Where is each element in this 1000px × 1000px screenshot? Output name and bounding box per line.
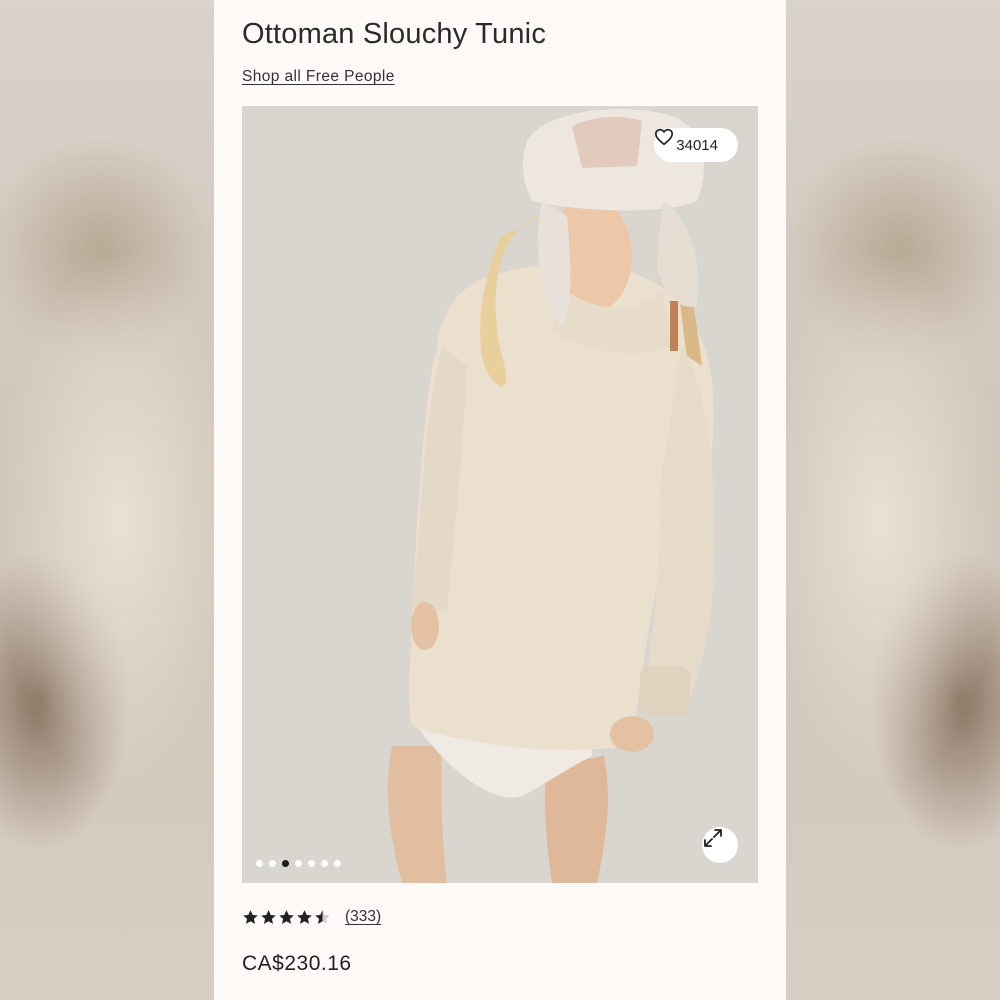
favorite-button[interactable]: 34014	[654, 128, 738, 162]
star-rating	[242, 909, 331, 926]
carousel-dot[interactable]	[282, 860, 289, 867]
carousel-dot[interactable]	[334, 860, 341, 867]
review-count-link[interactable]: (333)	[345, 908, 381, 926]
star-icon	[243, 909, 258, 924]
carousel-dot[interactable]	[308, 860, 315, 867]
model-photo-illustration	[242, 106, 758, 883]
star-icon	[297, 909, 312, 924]
expand-image-button[interactable]	[702, 827, 738, 863]
star-icon	[279, 909, 294, 924]
star-icon	[315, 909, 330, 924]
carousel-dot[interactable]	[269, 860, 276, 867]
product-image[interactable]: 34014	[242, 106, 758, 883]
shop-all-brand-link[interactable]: Shop all Free People	[242, 68, 395, 86]
product-card: Ottoman Slouchy Tunic Shop all Free Peop…	[214, 0, 786, 1000]
favorite-count: 34014	[676, 136, 718, 154]
carousel-dot[interactable]	[256, 860, 263, 867]
product-price: CA$230.16	[242, 952, 352, 975]
rating-row: (333)	[242, 908, 381, 926]
product-title: Ottoman Slouchy Tunic	[242, 18, 547, 50]
expand-icon	[704, 829, 722, 847]
carousel-dot[interactable]	[321, 860, 328, 867]
carousel-dots	[256, 860, 341, 867]
star-icon	[261, 909, 276, 924]
heart-icon	[655, 128, 674, 146]
carousel-dot[interactable]	[295, 860, 302, 867]
